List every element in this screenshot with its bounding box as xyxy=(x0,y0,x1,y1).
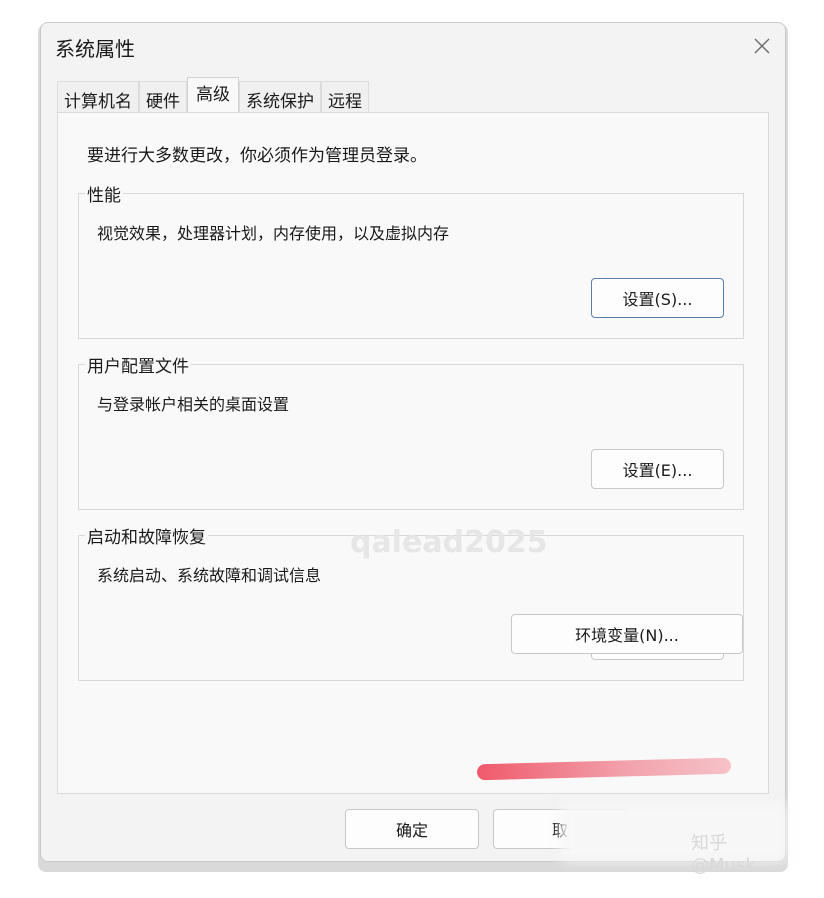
performance-group: 性能 视觉效果，处理器计划，内存使用，以及虚拟内存 设置(S)... xyxy=(78,181,744,339)
admin-note: 要进行大多数更改，你必须作为管理员登录。 xyxy=(87,146,427,166)
performance-description: 视觉效果，处理器计划，内存使用，以及虚拟内存 xyxy=(97,224,450,243)
tab-remote[interactable]: 远程 xyxy=(321,81,369,114)
tab-hardware[interactable]: 硬件 xyxy=(139,81,187,114)
tab-computer-name[interactable]: 计算机名 xyxy=(57,81,139,114)
system-properties-window: 系统属性 计算机名 硬件 高级 系统保护 远程 要进行大多数更改，你必须作为管理… xyxy=(40,22,787,876)
corner-watermark: 知乎 @Musk xyxy=(691,833,756,876)
performance-settings-button[interactable]: 设置(S)... xyxy=(591,278,724,318)
startup-recovery-title: 启动和故障恢复 xyxy=(85,523,208,548)
close-icon xyxy=(754,38,770,54)
user-profiles-description: 与登录帐户相关的桌面设置 xyxy=(97,395,290,414)
ok-button[interactable]: 确定 xyxy=(345,809,479,849)
performance-title: 性能 xyxy=(85,181,123,206)
watermark-text: qalead2025 xyxy=(350,525,548,560)
environment-variables-button[interactable]: 环境变量(N)... xyxy=(511,614,743,654)
close-button[interactable] xyxy=(749,33,775,59)
user-profiles-group: 用户配置文件 与登录帐户相关的桌面设置 设置(E)... xyxy=(78,352,744,510)
tab-advanced[interactable]: 高级 xyxy=(187,77,239,112)
user-profiles-settings-button[interactable]: 设置(E)... xyxy=(591,449,724,489)
startup-recovery-description: 系统启动、系统故障和调试信息 xyxy=(97,566,322,585)
tab-system-protection[interactable]: 系统保护 xyxy=(239,81,321,114)
window-title: 系统属性 xyxy=(55,37,135,61)
advanced-tab-panel: 要进行大多数更改，你必须作为管理员登录。 性能 视觉效果，处理器计划，内存使用，… xyxy=(57,112,769,794)
tab-strip: 计算机名 硬件 高级 系统保护 远程 xyxy=(57,77,369,114)
user-profiles-title: 用户配置文件 xyxy=(85,352,191,377)
